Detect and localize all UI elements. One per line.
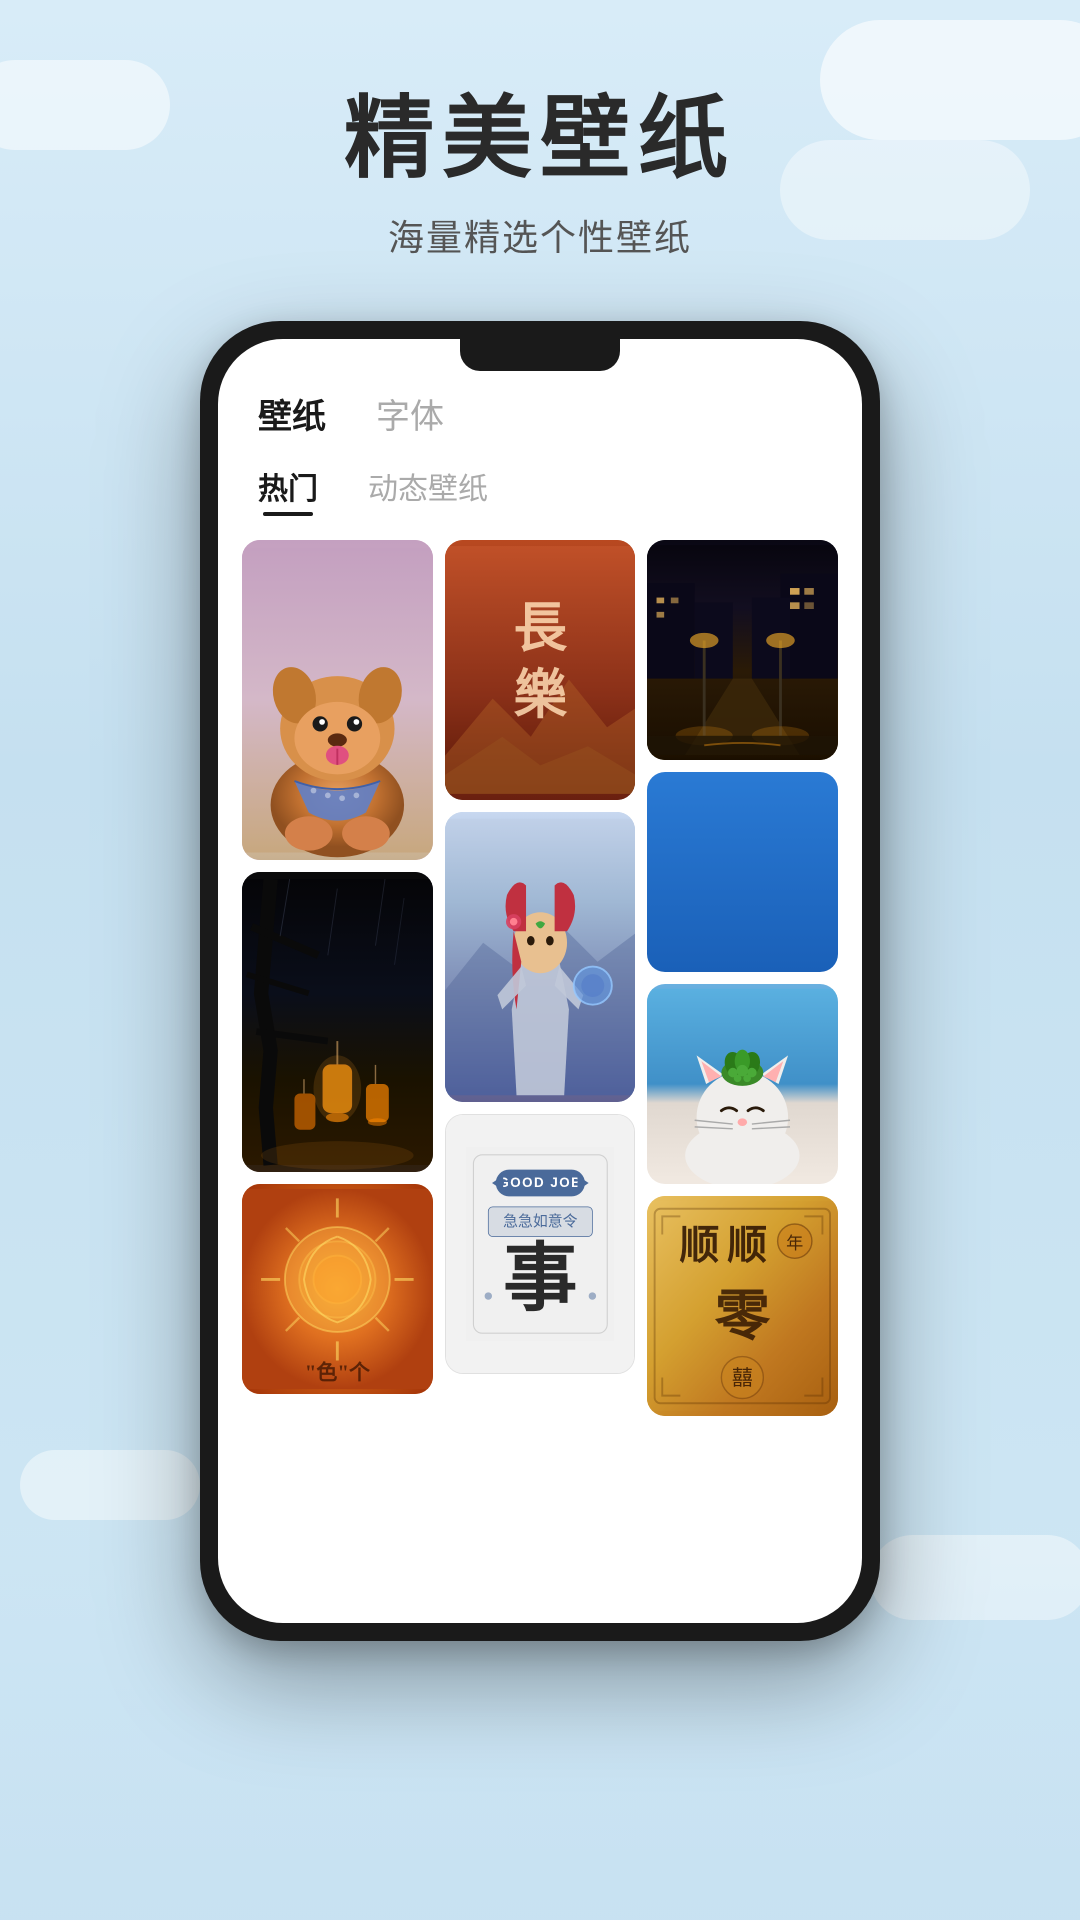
tab-wallpaper[interactable]: 壁纸: [258, 389, 326, 444]
page-title: 精美壁纸: [0, 90, 1080, 189]
main-tab-bar: 壁纸 字体: [218, 389, 862, 444]
goodjob-image: GOOD JOB 急急如意令 事: [446, 1115, 635, 1373]
wallpaper-item-chinese-art[interactable]: 顺 顺 年 零 囍: [647, 1196, 838, 1416]
wallpaper-item-blue[interactable]: [647, 772, 838, 972]
grid-col-3: 顺 顺 年 零 囍: [647, 540, 838, 1614]
page-subtitle: 海量精选个性壁纸: [0, 209, 1080, 261]
wallpaper-item-changele[interactable]: 長 樂: [445, 540, 636, 800]
grid-col-2: 長 樂: [445, 540, 636, 1614]
svg-text:"色"个: "色"个: [305, 1361, 371, 1385]
lantern-image: [242, 872, 433, 1172]
blue-solid-image: [647, 772, 838, 972]
subtab-dynamic[interactable]: 动态壁纸: [368, 464, 488, 516]
svg-text:零: 零: [715, 1286, 771, 1347]
street-image: [647, 540, 838, 760]
cat-image: [647, 984, 838, 1184]
anime-image: [445, 812, 636, 1102]
svg-text:GOOD JOB: GOOD JOB: [498, 1175, 582, 1190]
chinese-art-image: 顺 顺 年 零 囍: [647, 1196, 838, 1416]
svg-text:事: 事: [503, 1238, 577, 1320]
wallpaper-item-street[interactable]: [647, 540, 838, 760]
tab-font[interactable]: 字体: [376, 389, 444, 444]
wallpaper-item-cat[interactable]: [647, 984, 838, 1184]
changele-image: 長 樂: [445, 540, 636, 800]
wallpaper-item-dog[interactable]: [242, 540, 433, 860]
svg-text:囍: 囍: [732, 1366, 753, 1390]
spiral-image: "色"个: [242, 1184, 433, 1394]
phone-mockup: 壁纸 字体 热门 动态壁纸: [0, 321, 1080, 1641]
dog-image: [242, 540, 433, 860]
svg-text:樂: 樂: [513, 665, 567, 725]
phone-content: 壁纸 字体 热门 动态壁纸: [218, 339, 862, 1623]
phone-screen: 壁纸 字体 热门 动态壁纸: [218, 339, 862, 1623]
sub-tab-bar: 热门 动态壁纸: [218, 464, 862, 516]
subtab-hot[interactable]: 热门: [258, 464, 318, 516]
wallpaper-grid: "色"个: [218, 540, 862, 1614]
wallpaper-item-goodjob[interactable]: GOOD JOB 急急如意令 事: [445, 1114, 636, 1374]
phone-frame: 壁纸 字体 热门 动态壁纸: [200, 321, 880, 1641]
svg-text:顺: 顺: [727, 1222, 767, 1267]
svg-text:顺: 顺: [680, 1222, 720, 1267]
phone-notch: [460, 339, 620, 371]
page-header: 精美壁纸 海量精选个性壁纸: [0, 0, 1080, 261]
svg-text:長: 長: [513, 598, 567, 658]
grid-col-1: "色"个: [242, 540, 433, 1614]
wallpaper-item-lantern[interactable]: [242, 872, 433, 1172]
svg-text:年: 年: [787, 1234, 804, 1253]
wallpaper-item-spiral[interactable]: "色"个: [242, 1184, 433, 1394]
svg-text:急急如意令: 急急如意令: [503, 1212, 577, 1230]
wallpaper-item-anime[interactable]: [445, 812, 636, 1102]
